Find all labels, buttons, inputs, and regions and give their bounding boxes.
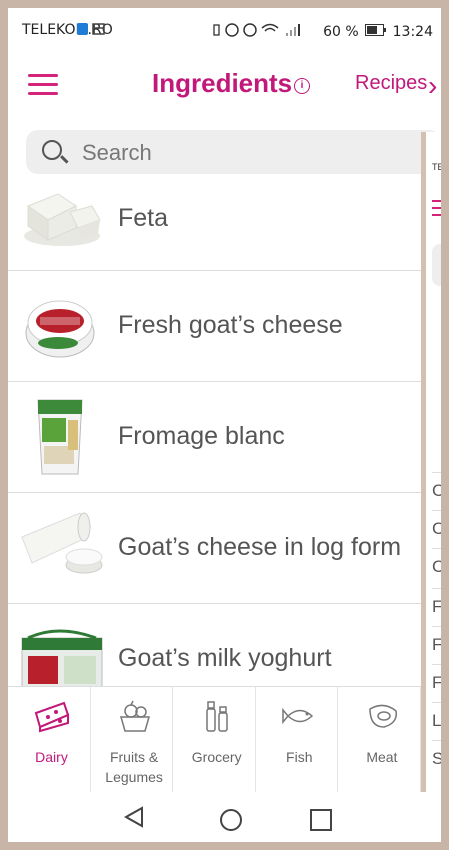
info-icon[interactable]: i [294, 78, 310, 94]
tab-meat[interactable]: Meat [338, 687, 421, 793]
clock: 13:24 [392, 24, 433, 40]
ingredient-label: Fromage blanc [118, 422, 285, 450]
list-item[interactable]: Goat’s cheese in log form [8, 493, 423, 604]
chevron-right-icon[interactable]: › [428, 70, 437, 102]
tab-label: Meat [366, 749, 398, 765]
app-header: Ingredients i Recipes › [8, 54, 441, 120]
notification-icons [76, 22, 106, 40]
feta-cheese-image [18, 176, 104, 256]
ingredient-label: Feta [118, 204, 169, 232]
ingredient-label: Goat’s cheese in log form [118, 533, 402, 561]
recipes-link[interactable]: Recipes [355, 72, 427, 95]
list-item[interactable]: Fromage blanc [8, 382, 423, 493]
status-right: 60 % 13:24 [212, 22, 433, 42]
tab-fish[interactable]: Fish [256, 687, 339, 793]
peek-search-bar [432, 244, 441, 286]
peek-panel: TE C C C F F F L S [421, 132, 441, 842]
search-input[interactable] [80, 136, 384, 170]
fruit-basket-icon [117, 699, 153, 733]
ingredient-label: Goat’s milk yoghurt [118, 644, 332, 672]
menu-icon[interactable] [28, 74, 58, 96]
steak-icon [364, 699, 400, 733]
category-tab-bar: Dairy Fruits & Legumes Grocery Fish Meat [8, 686, 421, 793]
tab-label: Dairy [35, 749, 68, 765]
fromage-blanc-pot-image [18, 396, 104, 476]
peek-list-item: L [432, 702, 441, 739]
battery-icon [364, 24, 387, 40]
search-icon [42, 140, 62, 160]
peek-list-item: C [432, 548, 441, 585]
goat-yoghurt-pack-image [18, 618, 104, 686]
tab-label: Grocery [191, 749, 242, 765]
list-item[interactable]: Fresh goat’s cheese [8, 271, 423, 382]
peek-list-item: F [432, 664, 441, 701]
peek-list-item: C [432, 510, 441, 547]
tab-grocery[interactable]: Grocery [173, 687, 256, 793]
back-icon[interactable] [123, 806, 144, 832]
ingredient-list: Feta Fresh goat’s cheese Fromage blanc G… [8, 174, 423, 686]
peek-menu-icon [432, 200, 441, 216]
page-title: Ingredients [152, 68, 293, 98]
peek-list-item: F [432, 588, 441, 625]
peek-status-text: TE [432, 162, 441, 172]
peek-list-item: S [432, 740, 441, 777]
list-item[interactable]: Feta [8, 174, 423, 271]
peek-list-item: C [432, 472, 441, 509]
system-nav-bar [8, 792, 441, 842]
fish-icon [282, 699, 318, 733]
tab-dairy[interactable]: Dairy [8, 687, 91, 793]
goat-cheese-tub-image [18, 285, 104, 365]
home-icon[interactable] [220, 809, 242, 831]
tab-label: Fish [286, 749, 313, 765]
list-item[interactable]: Goat’s milk yoghurt [8, 604, 423, 686]
battery-percent: 60 % [323, 24, 359, 40]
tab-label: Fruits & Legumes [105, 749, 163, 785]
search-bar[interactable] [26, 130, 441, 174]
recent-apps-icon[interactable] [310, 809, 332, 831]
salt-pepper-icon [199, 699, 235, 733]
ingredient-label: Fresh goat’s cheese [118, 311, 343, 339]
app-window: TELEKOM.RO 60 % 13:24 Ingredients i Reci… [8, 8, 441, 842]
peek-list-item: F [432, 626, 441, 663]
tab-fruits-legumes[interactable]: Fruits & Legumes [91, 687, 174, 793]
status-bar: TELEKOM.RO 60 % 13:24 [8, 8, 441, 54]
cheese-icon [34, 699, 70, 733]
system-icons [212, 22, 317, 42]
goat-cheese-log-image [18, 507, 104, 587]
